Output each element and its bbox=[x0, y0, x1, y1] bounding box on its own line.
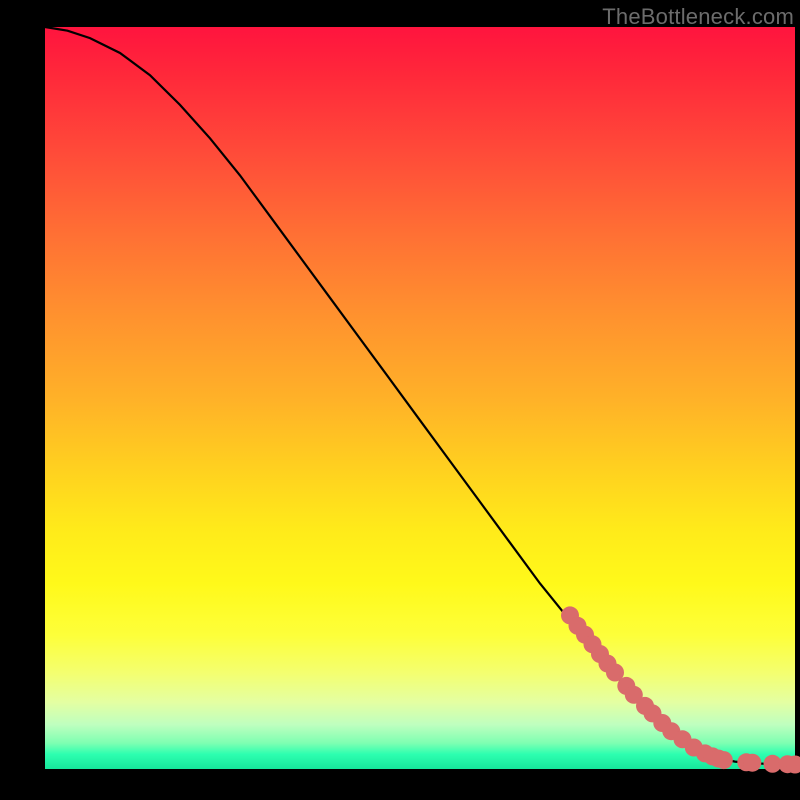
chart-frame: TheBottleneck.com bbox=[0, 0, 800, 800]
curve-markers bbox=[561, 606, 800, 773]
data-marker bbox=[743, 754, 761, 772]
chart-svg bbox=[45, 27, 795, 769]
plot-area bbox=[45, 27, 795, 769]
data-marker bbox=[715, 751, 733, 769]
bottleneck-curve bbox=[45, 27, 795, 765]
watermark-text: TheBottleneck.com bbox=[602, 4, 794, 30]
